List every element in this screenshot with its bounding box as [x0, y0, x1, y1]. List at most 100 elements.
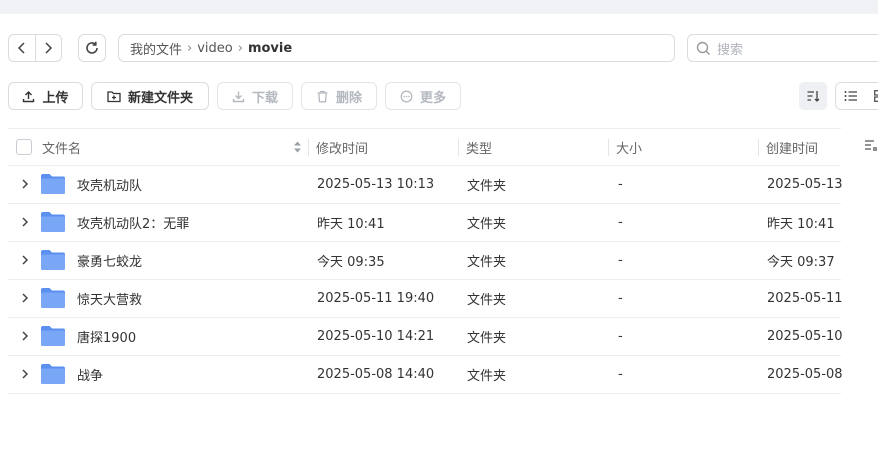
more-button[interactable]: 更多	[385, 82, 461, 110]
created-time: 2025-05-08	[767, 367, 843, 382]
expand-chevron-icon[interactable]	[18, 253, 32, 267]
refresh-icon	[86, 41, 98, 54]
grid-view-button[interactable]	[865, 83, 878, 109]
forward-button[interactable]	[34, 35, 62, 61]
column-divider[interactable]	[308, 139, 309, 156]
modified-time: 昨天 10:41	[317, 217, 385, 232]
grid-icon	[873, 90, 878, 102]
search-input[interactable]: 搜索	[687, 34, 878, 62]
select-all-checkbox[interactable]	[16, 139, 32, 155]
download-label: 下载	[251, 90, 278, 106]
breadcrumb-item[interactable]: 我的文件	[130, 39, 182, 58]
more-icon	[400, 90, 413, 102]
modified-time: 2025-05-10 14:21	[317, 329, 435, 344]
new-folder-label: 新建文件夹	[127, 90, 193, 106]
view-toggle	[835, 82, 878, 110]
column-header-created[interactable]: 创建时间	[766, 129, 818, 166]
top-strip	[0, 0, 878, 14]
file-type: 文件夹	[467, 179, 507, 194]
chevron-right-icon	[45, 42, 53, 54]
more-label: 更多	[419, 90, 446, 106]
file-size: -	[618, 253, 623, 268]
table-row[interactable]: 惊天大营救 2025-05-11 19:40 文件夹 - 2025-05-11	[8, 280, 843, 318]
file-name[interactable]: 战争	[77, 356, 103, 393]
modified-time: 2025-05-08 14:40	[317, 367, 435, 382]
file-name[interactable]: 攻壳机动队2：无罪	[77, 204, 189, 241]
upload-label: 上传	[42, 90, 69, 106]
expand-chevron-icon[interactable]	[18, 215, 32, 229]
file-name[interactable]: 惊天大营救	[77, 280, 142, 317]
sort-button[interactable]	[799, 82, 827, 110]
breadcrumb[interactable]: 我的文件 › video › movie	[118, 34, 675, 62]
column-header-name[interactable]: 文件名	[42, 129, 306, 166]
created-time: 2025-05-10	[767, 329, 843, 344]
folder-icon	[41, 364, 65, 384]
sort-icon	[807, 91, 820, 102]
file-size: -	[618, 177, 623, 192]
file-size: -	[618, 367, 623, 382]
trash-icon	[317, 90, 328, 102]
file-size: -	[618, 329, 623, 344]
folder-icon	[41, 288, 65, 308]
folder-icon	[41, 212, 65, 232]
column-divider[interactable]	[758, 139, 759, 156]
expand-chevron-icon[interactable]	[18, 177, 32, 191]
new-folder-icon	[107, 90, 121, 102]
file-name[interactable]: 唐探1900	[77, 318, 136, 355]
list-view-button[interactable]	[836, 83, 865, 109]
sort-arrows-icon	[294, 141, 301, 153]
expand-chevron-icon[interactable]	[18, 291, 32, 305]
file-type: 文件夹	[467, 217, 507, 232]
modified-time: 今天 09:35	[317, 255, 385, 270]
column-label-created: 创建时间	[766, 142, 819, 157]
expand-chevron-icon[interactable]	[18, 367, 32, 381]
file-size: -	[618, 215, 623, 230]
refresh-button[interactable]	[78, 34, 106, 62]
file-name[interactable]: 攻壳机动队	[77, 166, 142, 203]
column-header-modified[interactable]: 修改时间	[316, 129, 368, 166]
new-folder-button[interactable]: 新建文件夹	[91, 82, 209, 110]
breadcrumb-item[interactable]: video	[197, 41, 233, 56]
column-settings-icon[interactable]	[864, 138, 878, 152]
back-button[interactable]	[9, 35, 35, 61]
table-row[interactable]: 唐探1900 2025-05-10 14:21 文件夹 - 2025-05-10	[8, 318, 843, 356]
breadcrumb-current: movie	[247, 40, 293, 56]
file-type: 文件夹	[467, 331, 507, 346]
folder-icon	[41, 174, 65, 194]
modified-time: 2025-05-13 10:13	[317, 177, 435, 192]
upload-icon	[23, 90, 35, 102]
created-time: 昨天 10:41	[767, 217, 835, 232]
chevron-right-icon: ›	[237, 40, 243, 56]
search-placeholder: 搜索	[717, 42, 744, 58]
expand-chevron-icon[interactable]	[18, 329, 32, 343]
file-size: -	[618, 291, 623, 306]
download-button[interactable]: 下载	[217, 82, 293, 110]
table-row[interactable]: 战争 2025-05-08 14:40 文件夹 - 2025-05-08	[8, 356, 843, 394]
column-divider[interactable]	[608, 139, 609, 156]
table-row[interactable]: 攻壳机动队2：无罪 昨天 10:41 文件夹 - 昨天 10:41	[8, 204, 841, 242]
file-name[interactable]: 豪勇七蛟龙	[77, 242, 142, 279]
table-header: 文件名 修改时间 类型 大小 创建时间	[8, 128, 841, 166]
column-header-size[interactable]: 大小	[616, 129, 642, 166]
chevron-left-icon	[17, 42, 25, 54]
column-label-size: 大小	[616, 142, 643, 157]
chevron-right-icon: ›	[187, 40, 193, 56]
list-icon	[844, 91, 857, 101]
created-time: 今天 09:37	[767, 255, 835, 270]
column-label-name: 文件名	[42, 142, 82, 157]
modified-time: 2025-05-11 19:40	[317, 291, 435, 306]
upload-button[interactable]: 上传	[8, 82, 83, 110]
created-time: 2025-05-11	[767, 291, 843, 306]
file-type: 文件夹	[467, 369, 507, 384]
table-row[interactable]: 攻壳机动队 2025-05-13 10:13 文件夹 - 2025-05-13	[8, 166, 843, 204]
folder-icon	[41, 250, 65, 270]
folder-icon	[41, 326, 65, 346]
column-header-type[interactable]: 类型	[466, 129, 492, 166]
table-row[interactable]: 豪勇七蛟龙 今天 09:35 文件夹 - 今天 09:37	[8, 242, 841, 280]
file-type: 文件夹	[467, 255, 507, 270]
delete-button[interactable]: 删除	[301, 82, 377, 110]
column-label-modified: 修改时间	[316, 142, 369, 157]
column-divider[interactable]	[458, 139, 459, 156]
history-nav	[8, 34, 62, 62]
column-label-type: 类型	[466, 142, 493, 157]
